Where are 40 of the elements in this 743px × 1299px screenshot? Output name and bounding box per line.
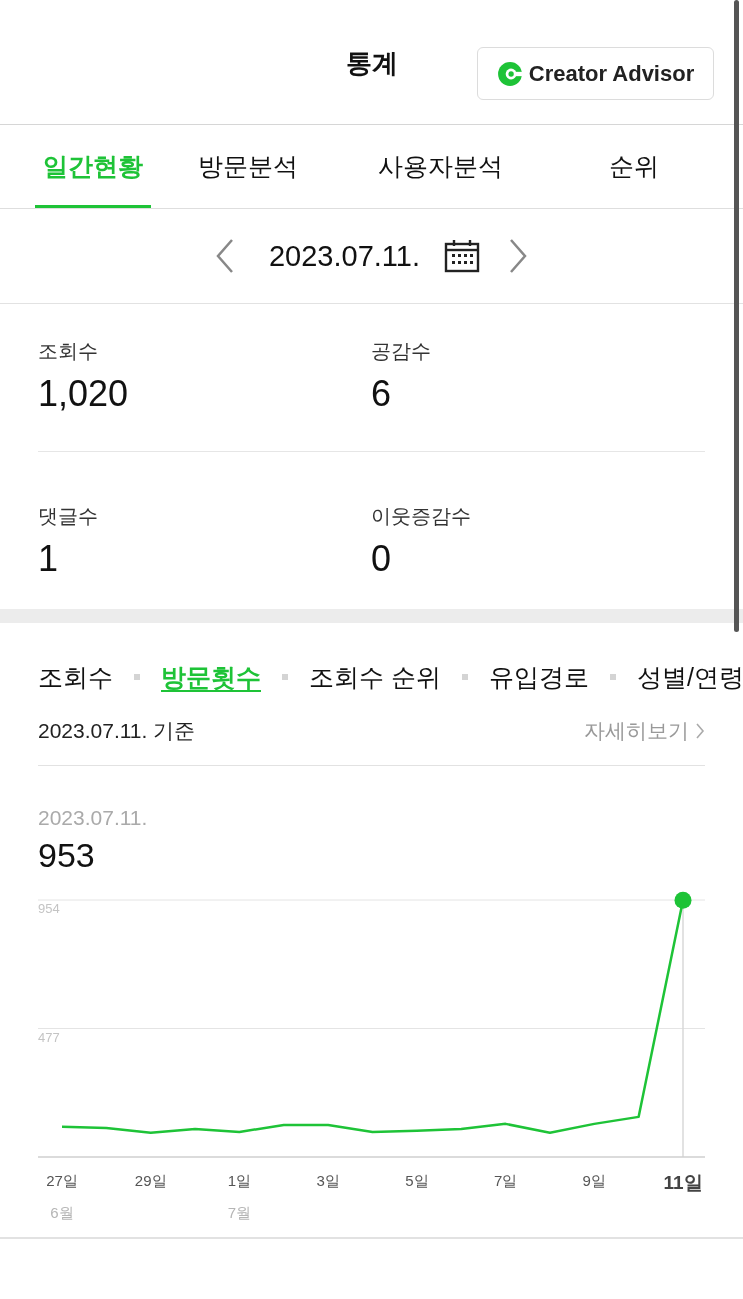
date-label: 2023.07.11. — [268, 239, 420, 273]
y-axis-label: 954 — [38, 901, 60, 916]
sub-tab[interactable]: 조회수 순위 — [309, 660, 441, 693]
next-icon[interactable] — [508, 238, 528, 274]
stat-value: 1,020 — [38, 373, 130, 415]
page-title: 통계 — [345, 46, 398, 80]
tab[interactable]: 순위 — [537, 125, 731, 208]
previous-icon[interactable] — [214, 238, 235, 274]
y-axis-label: 477 — [38, 1029, 60, 1045]
scrollbar[interactable] — [734, 0, 739, 632]
calendar-icon[interactable] — [444, 239, 480, 273]
selected-value: 953 — [38, 836, 96, 875]
sub-tab[interactable]: 조회수 — [38, 660, 113, 693]
tab[interactable]: 사용자분석 — [344, 125, 538, 208]
data-point — [674, 891, 692, 909]
sub-tab[interactable]: 성별/연령 — [636, 660, 743, 693]
x-axis-label: 29일 — [134, 1172, 167, 1189]
month-label: 7월 — [227, 1204, 252, 1221]
x-axis-label: 11일 — [663, 1172, 703, 1193]
month-label: 6월 — [50, 1204, 74, 1221]
stat-value: 6 — [371, 373, 393, 415]
x-axis-label: 7일 — [493, 1172, 518, 1189]
sub-tab[interactable]: 유입경로 — [488, 660, 589, 693]
logo-icon — [496, 60, 523, 87]
stat-label: 이웃증감수 — [371, 504, 472, 529]
tab[interactable]: 방문분석 — [151, 125, 345, 208]
stat-label: 공감수 — [371, 339, 432, 364]
chevron-icon — [695, 722, 705, 740]
x-axis-label: 5일 — [405, 1172, 429, 1189]
stat-label: 조회수 — [38, 339, 99, 364]
creator-advisor-button[interactable]: Creator Advisor — [477, 47, 714, 100]
x-axis-label: 9일 — [582, 1172, 606, 1189]
selected-date: 2023.07.11. — [38, 806, 149, 830]
stat-label: 댓글수 — [38, 504, 99, 529]
stat-value: 0 — [371, 538, 393, 580]
x-axis-label: 1일 — [227, 1172, 252, 1189]
x-axis-label: 27일 — [46, 1172, 78, 1189]
basis-date: 2023.07.11. 기준 — [38, 718, 196, 744]
x-axis-label: 3일 — [316, 1172, 340, 1189]
stat-value: 1 — [38, 538, 60, 580]
